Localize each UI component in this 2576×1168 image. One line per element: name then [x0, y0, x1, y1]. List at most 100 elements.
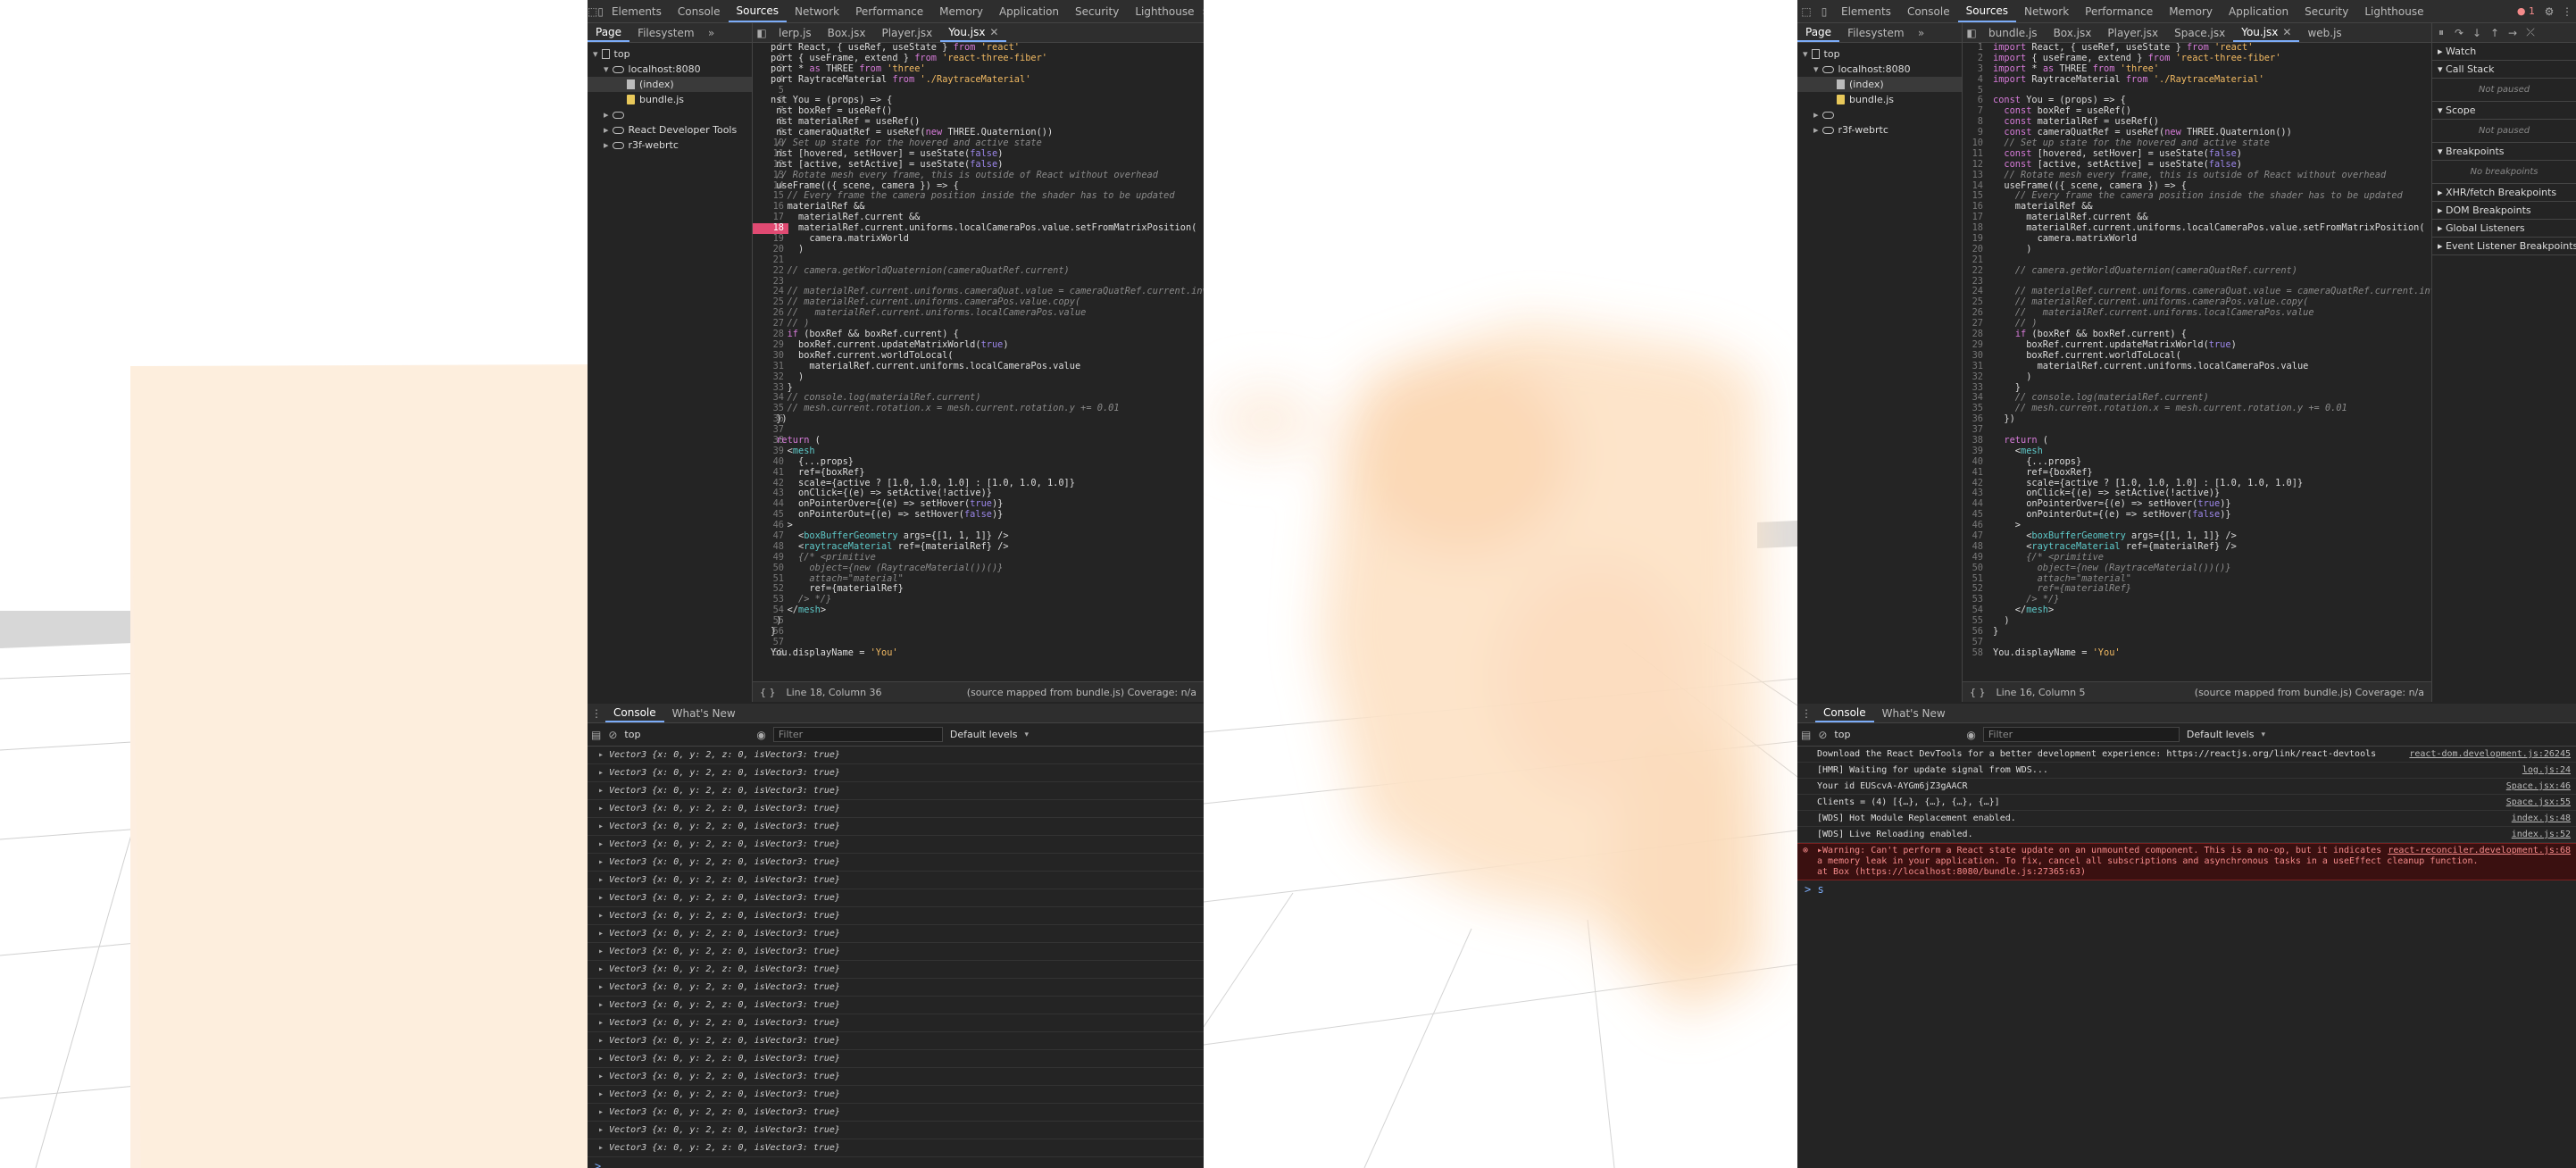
- step-icon[interactable]: →: [2504, 23, 2522, 42]
- console-log-row[interactable]: ▸ Vector3 {x: 0, y: 2, z: 0, isVector3: …: [588, 997, 1204, 1014]
- nav-tab-filesystem[interactable]: Filesystem: [1839, 23, 1912, 42]
- section-breakpoints[interactable]: ▾ Breakpoints: [2432, 143, 2576, 161]
- console-log-row[interactable]: ▸ Vector3 {x: 0, y: 2, z: 0, isVector3: …: [588, 943, 1204, 961]
- eye-icon[interactable]: ◉: [1966, 729, 1975, 741]
- chevron-down-icon[interactable]: ▾: [2261, 730, 2265, 739]
- console-error[interactable]: ⊗ react-reconciler.development.js:68 ▸Wa…: [1797, 843, 2576, 880]
- console-log-row[interactable]: ▸ Vector3 {x: 0, y: 2, z: 0, isVector3: …: [588, 782, 1204, 800]
- console-log-row[interactable]: ▸ Vector3 {x: 0, y: 2, z: 0, isVector3: …: [588, 961, 1204, 979]
- console-log-row[interactable]: ▸ Vector3 {x: 0, y: 2, z: 0, isVector3: …: [588, 1139, 1204, 1157]
- eye-icon[interactable]: ◉: [756, 729, 765, 741]
- line-number[interactable]: 5: [1963, 85, 1988, 96]
- file-tab-box[interactable]: Box.jsx: [2046, 23, 2100, 42]
- console-log-row[interactable]: ▸ Vector3 {x: 0, y: 2, z: 0, isVector3: …: [588, 854, 1204, 872]
- console-log-row[interactable]: ▸ Vector3 {x: 0, y: 2, z: 0, isVector3: …: [588, 800, 1204, 818]
- file-tab-player[interactable]: Player.jsx: [873, 23, 940, 42]
- console-log-row[interactable]: ▸ Vector3 {x: 0, y: 2, z: 0, isVector3: …: [588, 747, 1204, 764]
- tree-top[interactable]: ▾ top: [1797, 46, 1962, 62]
- tab-network[interactable]: Network: [787, 0, 847, 22]
- line-number[interactable]: 4: [1963, 74, 1988, 86]
- tab-performance[interactable]: Performance: [847, 0, 931, 22]
- nav-tab-page[interactable]: Page: [588, 23, 630, 42]
- device-toolbar-icon[interactable]: ▯: [1815, 0, 1833, 22]
- line-number[interactable]: 40: [1963, 456, 1988, 468]
- tab-sources[interactable]: Sources: [728, 0, 787, 22]
- chevron-down-icon[interactable]: ▾: [1024, 730, 1029, 739]
- line-number[interactable]: 48: [1963, 541, 1988, 553]
- tab-security[interactable]: Security: [2297, 0, 2356, 22]
- tree-top[interactable]: ▾ top: [588, 46, 752, 62]
- console-log-row[interactable]: ▸ Vector3 {x: 0, y: 2, z: 0, isVector3: …: [588, 925, 1204, 943]
- console-log-row[interactable]: Download the React DevTools for a better…: [1797, 747, 2576, 763]
- sidebar-toggle-icon[interactable]: ▤: [591, 729, 601, 741]
- console-log-row[interactable]: ▸ Vector3 {x: 0, y: 2, z: 0, isVector3: …: [588, 979, 1204, 997]
- line-number[interactable]: 50: [1963, 563, 1988, 574]
- line-number[interactable]: 12: [1963, 159, 1988, 171]
- step-over-icon[interactable]: ↷: [2450, 23, 2468, 42]
- more-icon[interactable]: »: [703, 23, 721, 42]
- line-number[interactable]: 7: [1963, 105, 1988, 117]
- console-log-row[interactable]: ▸ Vector3 {x: 0, y: 2, z: 0, isVector3: …: [588, 872, 1204, 889]
- line-number[interactable]: 3: [1963, 63, 1988, 75]
- scene-viewport-left[interactable]: [0, 0, 588, 1168]
- file-tab-web[interactable]: web.js: [2299, 23, 2349, 42]
- file-tab-you[interactable]: You.jsx ✕: [2233, 23, 2300, 42]
- tab-elements[interactable]: Elements: [604, 0, 670, 22]
- section-call-stack[interactable]: ▾ Call Stack: [2432, 61, 2576, 79]
- drawer-tab-whats-new[interactable]: What's New: [1874, 704, 1954, 722]
- drawer-tab-console[interactable]: Console: [1815, 704, 1874, 722]
- scene-viewport-middle[interactable]: [1204, 0, 1797, 1168]
- console-log-row[interactable]: [WDS] Live Reloading enabled. index.js:52: [1797, 827, 2576, 843]
- tree-react-devtools[interactable]: ▸ React Developer Tools: [588, 122, 752, 138]
- toggle-navigator-icon[interactable]: ◧: [753, 23, 771, 42]
- log-source-link[interactable]: Space.jsx:55: [2506, 795, 2571, 810]
- drawer-tab-whats-new[interactable]: What's New: [664, 704, 744, 722]
- console-log-row[interactable]: ▸ Vector3 {x: 0, y: 2, z: 0, isVector3: …: [588, 1050, 1204, 1068]
- tab-network[interactable]: Network: [2016, 0, 2077, 22]
- line-number[interactable]: 31: [1963, 361, 1988, 372]
- tab-application[interactable]: Application: [2221, 0, 2297, 22]
- console-log-row[interactable]: ▸ Vector3 {x: 0, y: 2, z: 0, isVector3: …: [588, 1032, 1204, 1050]
- file-tab-player[interactable]: Player.jsx: [2099, 23, 2166, 42]
- tab-memory[interactable]: Memory: [931, 0, 991, 22]
- code-content[interactable]: port React, { useRef, useState } from 'r…: [771, 43, 1204, 659]
- line-number[interactable]: 49: [1963, 552, 1988, 563]
- console-filter[interactable]: Filter: [772, 727, 943, 742]
- console-log-row[interactable]: ▸ Vector3 {x: 0, y: 2, z: 0, isVector3: …: [588, 764, 1204, 782]
- context-select[interactable]: top: [1834, 729, 1959, 740]
- tree-r3f-webrtc[interactable]: ▸ r3f-webrtc: [1797, 122, 1962, 138]
- tree-localhost[interactable]: ▾ localhost:8080: [588, 62, 752, 77]
- console-log-row[interactable]: ▸ Vector3 {x: 0, y: 2, z: 0, isVector3: …: [588, 1068, 1204, 1086]
- tab-lighthouse[interactable]: Lighthouse: [1127, 0, 1202, 22]
- console-log-row[interactable]: ▸ Vector3 {x: 0, y: 2, z: 0, isVector3: …: [588, 818, 1204, 836]
- line-number[interactable]: 8: [1963, 116, 1988, 128]
- deactivate-breakpoints-icon[interactable]: ⤫: [2522, 23, 2539, 42]
- console-log-row[interactable]: [HMR] Waiting for update signal from WDS…: [1797, 763, 2576, 779]
- settings-gear-icon[interactable]: ⚙: [2540, 0, 2558, 22]
- format-icon[interactable]: { }: [1970, 687, 1986, 698]
- context-select[interactable]: top: [624, 729, 749, 740]
- step-out-icon[interactable]: ↑: [2486, 23, 2504, 42]
- tab-console[interactable]: Console: [1899, 0, 1958, 22]
- tree-index[interactable]: (index): [1797, 77, 1962, 92]
- console-log-row[interactable]: Clients = (4) [{…}, {…}, {…}, {…}] Space.…: [1797, 795, 2576, 811]
- log-source-link[interactable]: index.js:48: [2512, 811, 2571, 826]
- line-gutter[interactable]: 1 2 3 4 5 6 7 8 9 10 11 12 13 14 15 16 17 18 19 20 21 22 23 24 2…: [1963, 43, 1988, 681]
- tree-bundle[interactable]: bundle.js: [588, 92, 752, 107]
- line-number[interactable]: 22: [1963, 265, 1988, 277]
- console-log-row[interactable]: ▸ Vector3 {x: 0, y: 2, z: 0, isVector3: …: [588, 1086, 1204, 1104]
- error-badge[interactable]: ● 1: [2512, 5, 2540, 17]
- log-source-link[interactable]: index.js:52: [2512, 827, 2571, 842]
- tab-elements[interactable]: Elements: [1833, 0, 1899, 22]
- line-number[interactable]: 11: [1963, 148, 1988, 160]
- log-source-link[interactable]: react-dom.development.js:26245: [2409, 747, 2571, 762]
- log-levels[interactable]: Default levels: [950, 729, 1018, 740]
- tree-r3f-webrtc[interactable]: ▸ r3f-webrtc: [588, 138, 752, 153]
- sidebar-toggle-icon[interactable]: ▤: [1801, 729, 1811, 741]
- tab-console[interactable]: Console: [670, 0, 729, 22]
- section-event-listener[interactable]: ▸ Event Listener Breakpoints: [2432, 238, 2576, 255]
- device-toolbar-icon[interactable]: ▯: [597, 0, 604, 22]
- line-number[interactable]: 39: [1963, 446, 1988, 457]
- inspect-icon[interactable]: ⬚: [588, 0, 597, 22]
- tree-unnamed[interactable]: ▸: [1797, 107, 1962, 122]
